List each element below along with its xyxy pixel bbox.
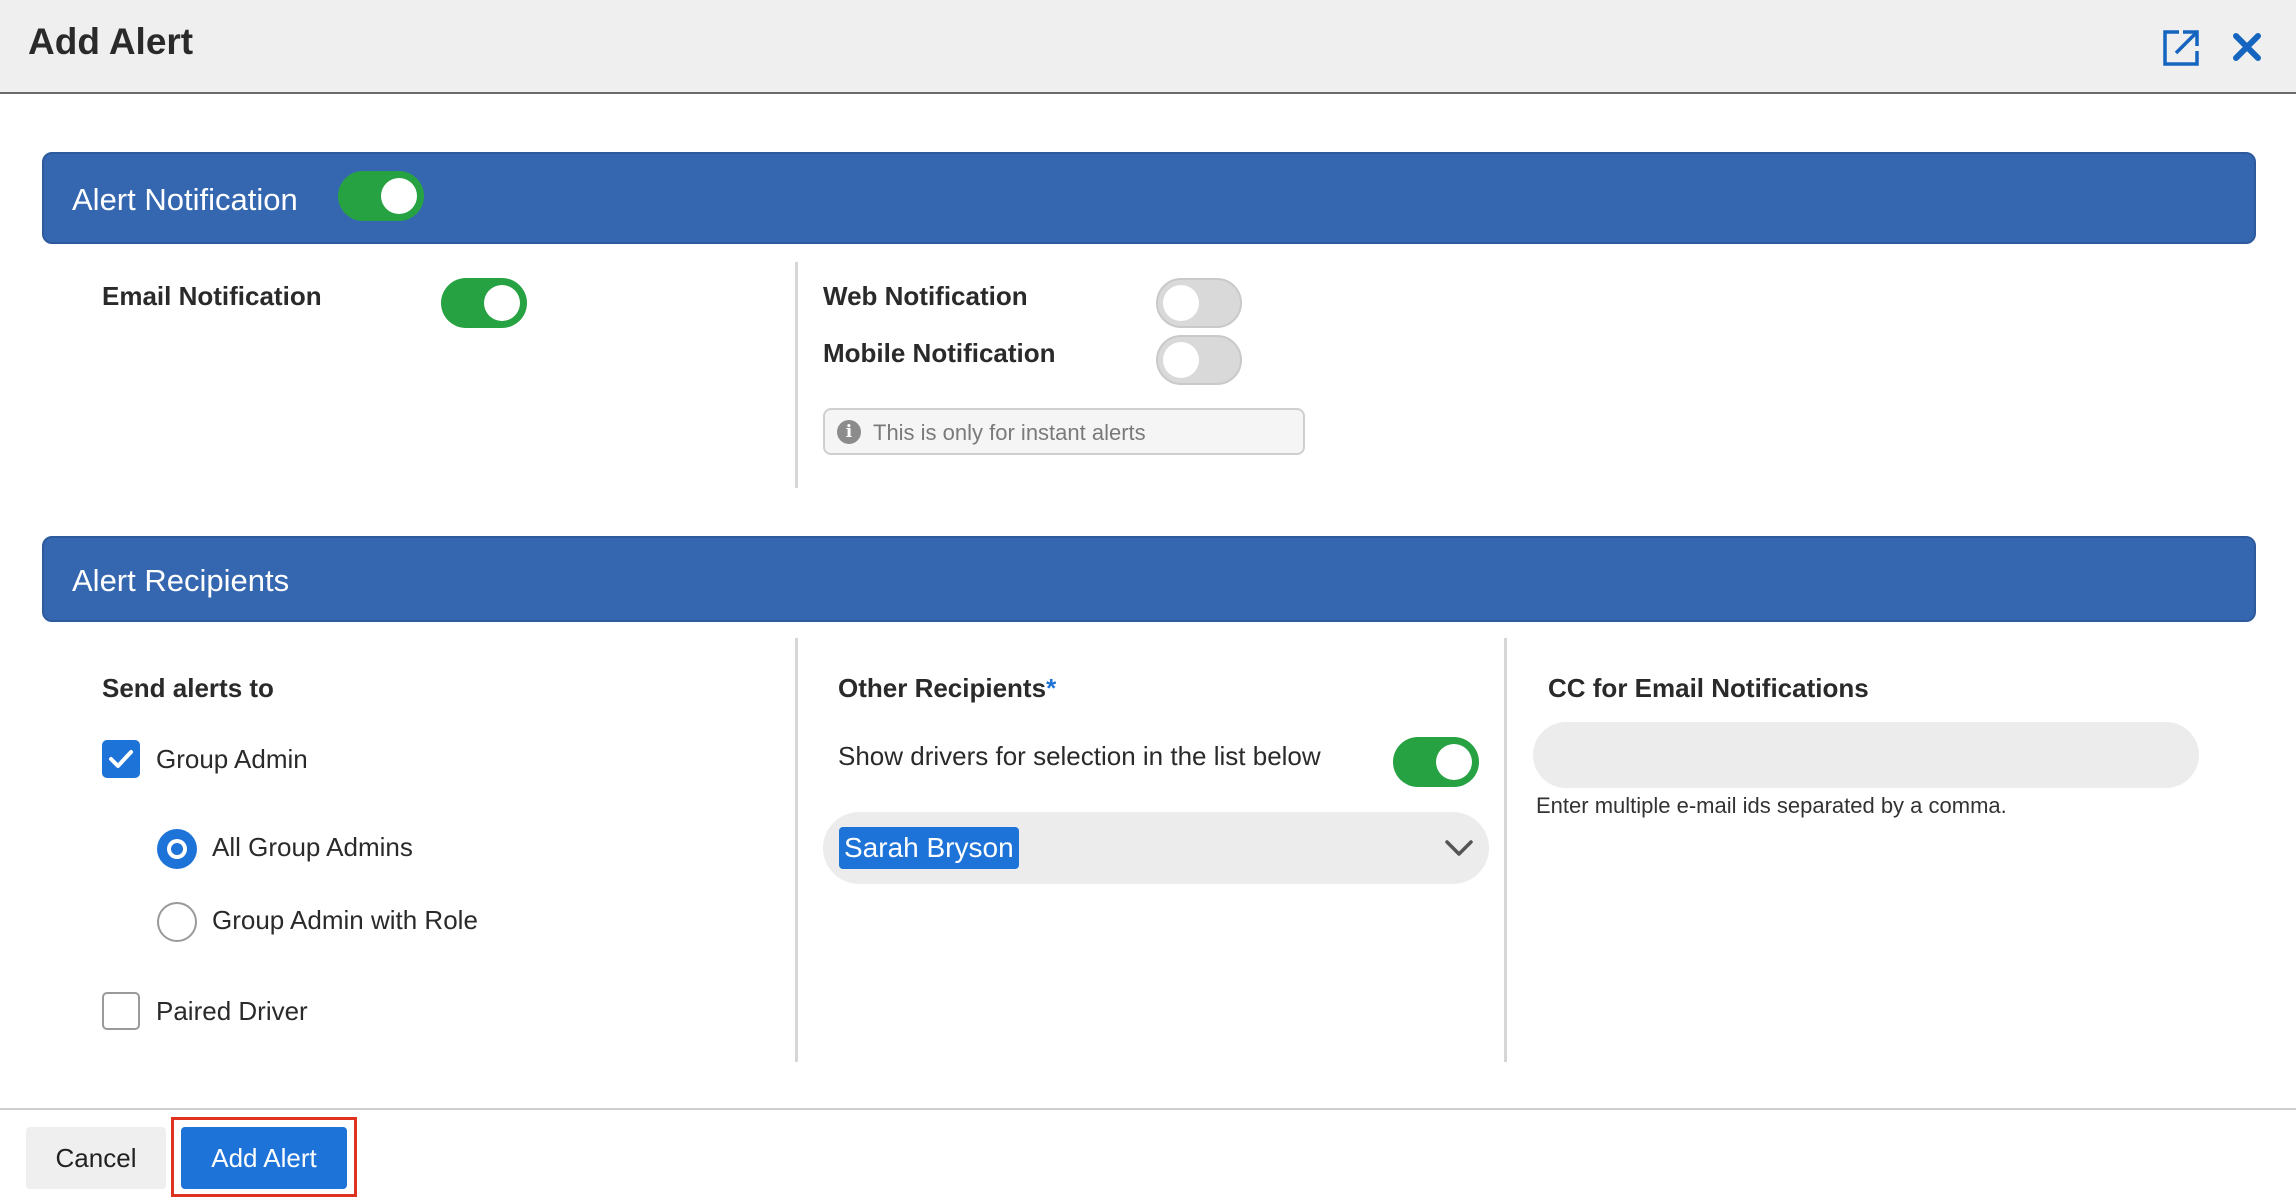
close-icon	[2233, 33, 2261, 61]
group-admin-label: Group Admin	[156, 744, 308, 774]
other-recipients-select[interactable]: Sarah Bryson	[823, 812, 1489, 884]
other-recipients-heading: Other Recipients*	[838, 673, 1056, 704]
alert-recipients-title: Alert Recipients	[72, 563, 290, 598]
checkmark-icon	[109, 750, 133, 768]
instant-alerts-info: i This is only for instant alerts	[823, 408, 1305, 455]
group-admin-with-role-label: Group Admin with Role	[212, 905, 478, 935]
alert-notification-bar: Alert Notification	[42, 152, 2256, 244]
info-text: This is only for instant alerts	[873, 420, 1146, 445]
group-admin-checkbox[interactable]	[102, 740, 140, 778]
show-drivers-toggle[interactable]	[1393, 737, 1479, 787]
dialog-header: Add Alert	[0, 0, 2296, 94]
mobile-notification-toggle[interactable]	[1156, 335, 1242, 385]
email-notification-toggle[interactable]	[441, 278, 527, 328]
other-recipients-label: Other Recipients	[838, 673, 1047, 703]
dialog-title: Add Alert	[28, 21, 194, 62]
expand-button[interactable]	[2161, 26, 2203, 68]
paired-driver-label: Paired Driver	[156, 996, 308, 1026]
cc-heading: CC for Email Notifications	[1548, 673, 1869, 703]
alert-recipients-bar: Alert Recipients	[42, 536, 2256, 622]
web-notification-toggle[interactable]	[1156, 278, 1242, 328]
close-button[interactable]	[2226, 26, 2268, 68]
required-marker: *	[1046, 673, 1057, 703]
selected-recipient: Sarah Bryson	[839, 827, 1019, 869]
toggle-knob	[381, 178, 417, 214]
info-icon: i	[837, 420, 861, 444]
toggle-knob	[1163, 342, 1199, 378]
notification-divider	[795, 262, 798, 488]
group-admin-with-role-radio[interactable]	[157, 902, 197, 942]
expand-icon	[2163, 29, 2201, 66]
alert-notification-title: Alert Notification	[72, 182, 298, 217]
add-alert-button[interactable]: Add Alert	[181, 1127, 347, 1189]
toggle-knob	[484, 285, 520, 321]
radio-dot	[171, 843, 183, 855]
paired-driver-checkbox[interactable]	[102, 992, 140, 1030]
all-group-admins-label: All Group Admins	[212, 832, 413, 862]
toggle-knob	[1163, 285, 1199, 321]
all-group-admins-radio[interactable]	[157, 829, 197, 869]
cc-email-input[interactable]	[1533, 722, 2199, 788]
cc-hint: Enter multiple e-mail ids separated by a…	[1536, 793, 2007, 818]
recipients-divider-2	[1504, 638, 1507, 1062]
web-notification-label: Web Notification	[823, 281, 1028, 311]
mobile-notification-label: Mobile Notification	[823, 338, 1056, 368]
add-alert-dialog: Add Alert Alert Notification Email Notif…	[0, 0, 2296, 1202]
show-drivers-label: Show drivers for selection in the list b…	[838, 741, 1321, 771]
toggle-knob	[1436, 744, 1472, 780]
recipients-divider-1	[795, 638, 798, 1062]
dialog-footer: Cancel Add Alert	[0, 1108, 2296, 1202]
email-notification-label: Email Notification	[102, 281, 322, 311]
chevron-down-icon	[1445, 840, 1473, 856]
send-alerts-to-heading: Send alerts to	[102, 673, 274, 703]
alert-notification-toggle[interactable]	[338, 171, 424, 221]
cancel-button[interactable]: Cancel	[26, 1127, 166, 1189]
